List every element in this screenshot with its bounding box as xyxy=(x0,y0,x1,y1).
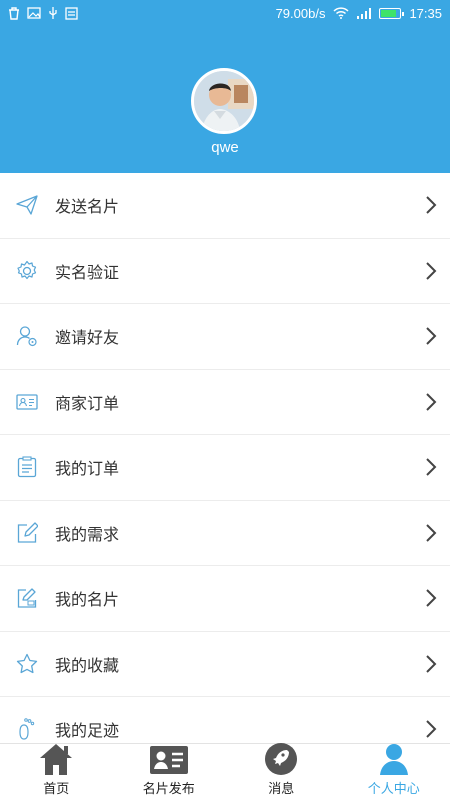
send-icon xyxy=(16,194,38,216)
avatar[interactable] xyxy=(191,68,257,134)
edit-icon xyxy=(16,522,38,544)
menu-item-label: 商家订单 xyxy=(55,393,120,413)
clipboard-icon xyxy=(16,456,38,478)
menu-item-real-name-verification[interactable]: 实名验证 xyxy=(0,239,450,304)
status-bar: 79.00b/s 17:35 xyxy=(0,0,450,26)
chevron-right-icon xyxy=(426,458,437,476)
avatar-photo xyxy=(194,71,254,131)
chevron-right-icon xyxy=(426,655,437,673)
chevron-right-icon xyxy=(426,589,437,607)
menu-item-label: 我的名片 xyxy=(55,590,120,610)
tab-home[interactable]: 首页 xyxy=(0,744,113,800)
chevron-right-icon xyxy=(426,327,437,345)
menu-item-label: 发送名片 xyxy=(55,197,120,217)
menu-item-invite-friends[interactable]: 邀请好友 xyxy=(0,304,450,370)
invite-user-icon xyxy=(16,325,38,347)
menu-item-my-orders[interactable]: 我的订单 xyxy=(0,435,450,501)
chevron-right-icon xyxy=(426,393,437,411)
app-notification-icon xyxy=(65,6,78,20)
wifi-icon xyxy=(333,7,349,19)
footprint-icon xyxy=(16,718,38,740)
trash-icon xyxy=(9,6,19,20)
menu-item-my-requirements[interactable]: 我的需求 xyxy=(0,501,450,566)
tab-label: 消息 xyxy=(268,782,295,797)
rocket-icon xyxy=(261,742,301,776)
clock: 17:35 xyxy=(409,5,442,21)
network-speed: 79.00b/s xyxy=(275,5,326,21)
usb-icon xyxy=(49,7,57,19)
menu-list: 发送名片 实名验证 邀请好友 商家订单 我的订单 我的需求 我的名片 我的收藏 … xyxy=(0,173,450,763)
menu-item-label: 我的订单 xyxy=(55,459,120,479)
profile-header: qwe xyxy=(0,26,450,173)
home-icon xyxy=(36,742,76,776)
image-icon xyxy=(27,7,41,19)
tab-label: 首页 xyxy=(43,782,70,797)
star-icon xyxy=(16,653,38,675)
menu-item-label: 邀请好友 xyxy=(55,328,120,348)
menu-item-label: 我的需求 xyxy=(55,524,120,544)
chevron-right-icon xyxy=(426,262,437,280)
tab-label: 名片发布 xyxy=(142,782,195,797)
signal-icon xyxy=(357,7,372,19)
menu-item-my-cards[interactable]: 我的名片 xyxy=(0,566,450,632)
business-card-icon xyxy=(149,744,189,776)
menu-item-label: 实名验证 xyxy=(55,262,120,282)
username: qwe xyxy=(211,139,239,156)
id-card-icon xyxy=(16,391,38,413)
chevron-right-icon xyxy=(426,720,437,738)
menu-item-my-favorites[interactable]: 我的收藏 xyxy=(0,632,450,697)
bottom-tab-bar: 首页 名片发布 消息 个人中心 xyxy=(0,743,450,800)
menu-item-merchant-orders[interactable]: 商家订单 xyxy=(0,370,450,435)
status-notifications xyxy=(8,6,78,20)
tab-label: 个人中心 xyxy=(367,782,420,797)
gear-icon xyxy=(16,260,38,282)
card-edit-icon xyxy=(16,587,38,609)
tab-personal-center[interactable]: 个人中心 xyxy=(338,744,450,800)
menu-item-send-card[interactable]: 发送名片 xyxy=(0,173,450,239)
tab-messages[interactable]: 消息 xyxy=(225,742,338,800)
menu-item-label: 我的收藏 xyxy=(55,655,120,675)
menu-item-label: 我的足迹 xyxy=(55,721,120,741)
person-icon xyxy=(374,742,414,776)
tab-card-publish[interactable]: 名片发布 xyxy=(113,744,226,800)
battery-icon xyxy=(379,7,405,19)
chevron-right-icon xyxy=(426,196,437,214)
chevron-right-icon xyxy=(426,524,437,542)
